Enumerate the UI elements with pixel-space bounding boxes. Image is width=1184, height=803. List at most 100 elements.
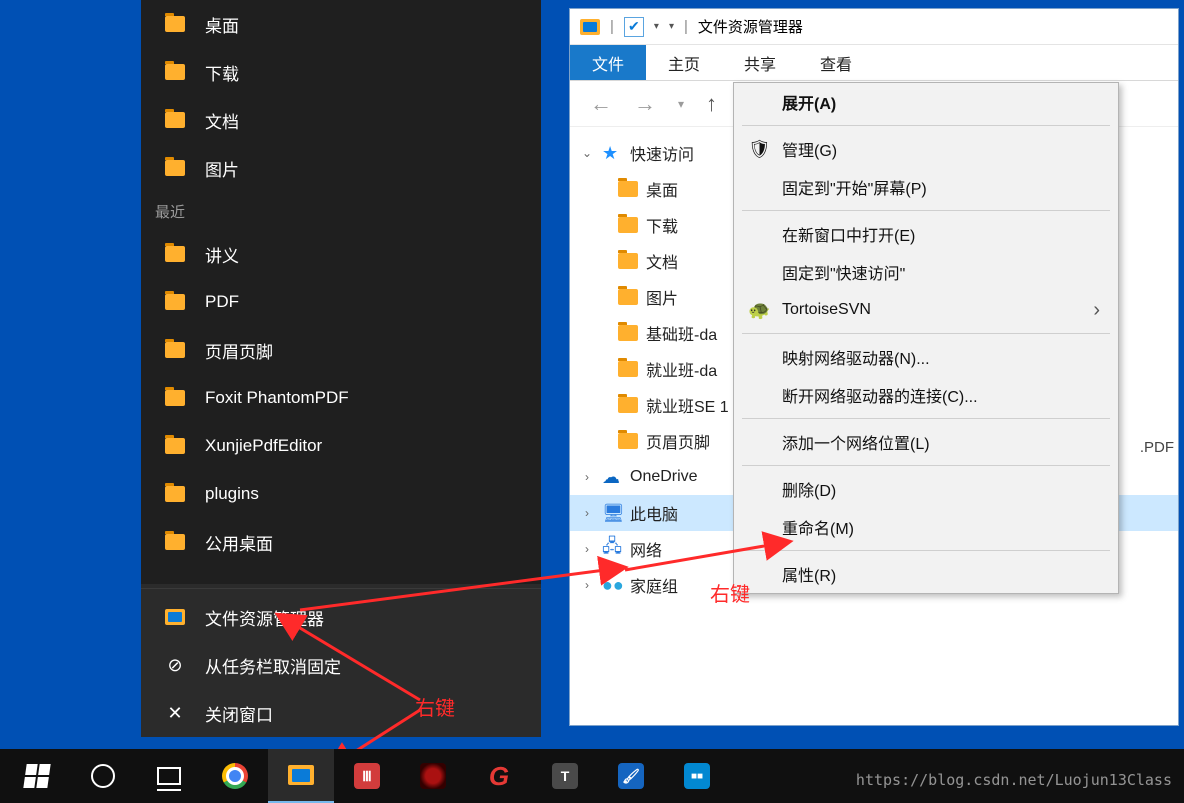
jump-item-label: 公用桌面	[205, 530, 273, 555]
nav-forward-icon[interactable]: →	[634, 91, 656, 117]
close-icon: ✕	[165, 703, 185, 724]
ctx-label: 固定到"开始"屏幕(P)	[782, 175, 927, 199]
jump-list-bottom: 文件资源管理器 ⊘ 从任务栏取消固定 ✕ 关闭窗口	[141, 584, 541, 737]
jump-item-label: 从任务栏取消固定	[205, 653, 341, 678]
ctx-add-network[interactable]: 添加一个网络位置(L)	[734, 423, 1118, 461]
taskbar-app[interactable]: Ⅲ	[334, 749, 400, 803]
content-peek-text: .PDF	[1140, 439, 1174, 456]
nav-back-icon[interactable]: ←	[590, 91, 612, 117]
separator	[742, 125, 1110, 126]
ctx-label: TortoiseSVN	[782, 301, 871, 319]
folder-icon	[618, 253, 638, 269]
title-bar[interactable]: | ✔ ▾ ▾ | 文件资源管理器	[570, 9, 1178, 45]
taskbar-file-explorer[interactable]	[268, 749, 334, 803]
folder-icon	[618, 289, 638, 305]
folder-icon	[165, 246, 185, 262]
jump-item[interactable]: PDF	[141, 278, 541, 326]
window-title: 文件资源管理器	[698, 16, 803, 37]
jump-item-label: plugins	[205, 484, 259, 504]
jump-list-recent: 讲义 PDF 页眉页脚 Foxit PhantomPDF XunjiePdfEd…	[141, 230, 541, 566]
jump-item-desktop[interactable]: 桌面	[141, 0, 541, 48]
jump-item[interactable]: plugins	[141, 470, 541, 518]
circle-icon	[91, 764, 115, 788]
taskbar-app[interactable]	[400, 749, 466, 803]
jump-item-documents[interactable]: 文档	[141, 96, 541, 144]
title-divider: |	[610, 18, 614, 35]
taskbar-app[interactable]: T	[532, 749, 598, 803]
ctx-open-new[interactable]: 在新窗口中打开(E)	[734, 215, 1118, 253]
jump-item-pictures[interactable]: 图片	[141, 144, 541, 192]
tree-label: 图片	[646, 285, 678, 309]
tree-label: 网络	[630, 537, 662, 561]
qat-dropdown-icon[interactable]: ▾	[654, 21, 659, 32]
ctx-manage[interactable]: 🛡 管理(G)	[734, 130, 1118, 168]
jump-item-label: 文件资源管理器	[205, 605, 324, 630]
tree-label: 就业班SE 1	[646, 393, 729, 417]
unpin-icon: ⊘	[165, 655, 185, 676]
recent-header: 最近	[141, 192, 541, 230]
nav-history-dropdown-icon[interactable]: ▾	[678, 97, 684, 111]
ctx-label: 在新窗口中打开(E)	[782, 222, 915, 246]
jump-item-downloads[interactable]: 下载	[141, 48, 541, 96]
separator	[742, 418, 1110, 419]
app-icon: 🖌	[618, 763, 644, 789]
nav-up-icon[interactable]: ↑	[706, 91, 717, 117]
app-icon: ■■	[684, 763, 710, 789]
jump-item-label: 图片	[205, 156, 239, 181]
tab-home[interactable]: 主页	[646, 45, 722, 80]
ctx-map-drive[interactable]: 映射网络驱动器(N)...	[734, 338, 1118, 376]
app-icon	[420, 763, 446, 789]
ribbon-toggle-icon[interactable]: ▾	[669, 21, 674, 32]
folder-icon	[618, 361, 638, 377]
ctx-properties[interactable]: 属性(R)	[734, 555, 1118, 593]
jump-item-label: 关闭窗口	[205, 701, 273, 726]
ctx-delete[interactable]: 删除(D)	[734, 470, 1118, 508]
taskbar-chrome[interactable]	[202, 749, 268, 803]
folder-icon	[165, 294, 185, 310]
shield-icon: 🛡	[748, 139, 771, 160]
ctx-pin-quick[interactable]: 固定到"快速访问"	[734, 253, 1118, 291]
separator	[742, 333, 1110, 334]
cortana-button[interactable]	[70, 749, 136, 803]
jump-item-label: 页眉页脚	[205, 338, 273, 363]
jump-list-main: 桌面 下载 文档 图片	[141, 0, 541, 192]
tab-share[interactable]: 共享	[722, 45, 798, 80]
folder-icon	[618, 433, 638, 449]
jump-item[interactable]: 公用桌面	[141, 518, 541, 566]
folder-icon	[618, 217, 638, 233]
start-button[interactable]	[4, 749, 70, 803]
ctx-pin-start[interactable]: 固定到"开始"屏幕(P)	[734, 168, 1118, 206]
caret-right-icon: ›	[580, 578, 594, 592]
pc-icon: 🖥	[602, 503, 622, 524]
ctx-expand[interactable]: 展开(A)	[734, 83, 1118, 121]
jump-item[interactable]: Foxit PhantomPDF	[141, 374, 541, 422]
tab-file[interactable]: 文件	[570, 45, 646, 80]
task-view-button[interactable]	[136, 749, 202, 803]
ctx-label: 管理(G)	[782, 137, 837, 161]
qat-button[interactable]: ✔	[624, 17, 644, 37]
tree-label: OneDrive	[630, 468, 698, 486]
folder-icon	[618, 325, 638, 341]
file-explorer-item[interactable]: 文件资源管理器	[141, 593, 541, 641]
taskbar-app[interactable]: G	[466, 749, 532, 803]
taskbar-app[interactable]: 🖌	[598, 749, 664, 803]
jump-item[interactable]: 页眉页脚	[141, 326, 541, 374]
caret-right-icon: ›	[580, 470, 594, 484]
watermark-text: https://blog.csdn.net/Luojun13Class	[856, 771, 1172, 789]
tab-view[interactable]: 查看	[798, 45, 874, 80]
chevron-right-icon: ›	[1093, 299, 1100, 322]
ctx-tortoisesvn[interactable]: 🐢TortoiseSVN›	[734, 291, 1118, 329]
jump-item-label: XunjiePdfEditor	[205, 436, 322, 456]
ctx-disconnect-drive[interactable]: 断开网络驱动器的连接(C)...	[734, 376, 1118, 414]
tree-label: 桌面	[646, 177, 678, 201]
taskbar-app[interactable]: ■■	[664, 749, 730, 803]
ctx-rename[interactable]: 重命名(M)	[734, 508, 1118, 546]
tree-label: 页眉页脚	[646, 429, 710, 453]
jump-item[interactable]: 讲义	[141, 230, 541, 278]
jump-item[interactable]: XunjiePdfEditor	[141, 422, 541, 470]
app-icon: G	[486, 763, 512, 789]
unpin-item[interactable]: ⊘ 从任务栏取消固定	[141, 641, 541, 689]
caret-down-icon: ⌄	[580, 146, 594, 160]
separator	[742, 465, 1110, 466]
close-window-item[interactable]: ✕ 关闭窗口	[141, 689, 541, 737]
